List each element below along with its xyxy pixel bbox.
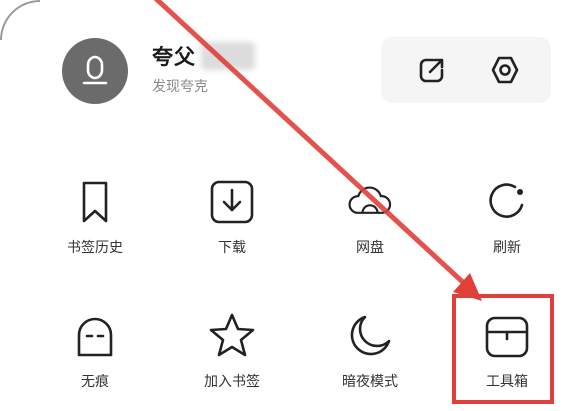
- grid-item-download[interactable]: 下载: [177, 177, 287, 277]
- settings-button[interactable]: [481, 46, 529, 94]
- grid-item-label: 暗夜模式: [342, 374, 398, 390]
- grid-item-label: 刷新: [493, 240, 521, 256]
- grid-item-toolbox[interactable]: 工具箱: [452, 311, 562, 411]
- user-subtitle: 发现夸克: [152, 79, 208, 95]
- user-avatar-icon: [82, 55, 108, 85]
- share-button[interactable]: [408, 46, 456, 94]
- add-bookmark-icon: [207, 311, 257, 361]
- screen-corner: [0, 0, 40, 40]
- user-name: 夸父: [152, 45, 196, 69]
- name-redaction: [201, 42, 255, 70]
- grid-item-label: 工具箱: [486, 374, 528, 390]
- share-icon: [419, 58, 444, 83]
- grid-item-night-mode[interactable]: 暗夜模式: [315, 311, 425, 411]
- cloud-drive-icon: [345, 177, 395, 227]
- annotation-arrowhead: [453, 273, 482, 301]
- refresh-icon: [482, 177, 532, 227]
- night-mode-icon: [345, 311, 395, 361]
- grid-item-label: 下载: [218, 240, 246, 256]
- download-icon: [207, 177, 257, 227]
- profile-actions: [381, 37, 551, 103]
- avatar[interactable]: [62, 38, 128, 104]
- bookmark-history-icon: [70, 177, 120, 227]
- toolbox-icon: [482, 311, 532, 361]
- grid-item-incognito[interactable]: 无痕: [40, 311, 150, 411]
- settings-icon: [491, 56, 519, 84]
- grid-item-label: 书签历史: [67, 240, 123, 256]
- grid-item-refresh[interactable]: 刷新: [452, 177, 562, 277]
- incognito-icon: [70, 311, 120, 361]
- grid-item-cloud-drive[interactable]: 网盘: [315, 177, 425, 277]
- grid-item-label: 加入书签: [204, 374, 260, 390]
- grid-item-bookmark-history[interactable]: 书签历史: [40, 177, 150, 277]
- grid-item-label: 无痕: [81, 374, 109, 390]
- grid-item-label: 网盘: [356, 240, 384, 256]
- grid-item-add-bookmark[interactable]: 加入书签: [177, 311, 287, 411]
